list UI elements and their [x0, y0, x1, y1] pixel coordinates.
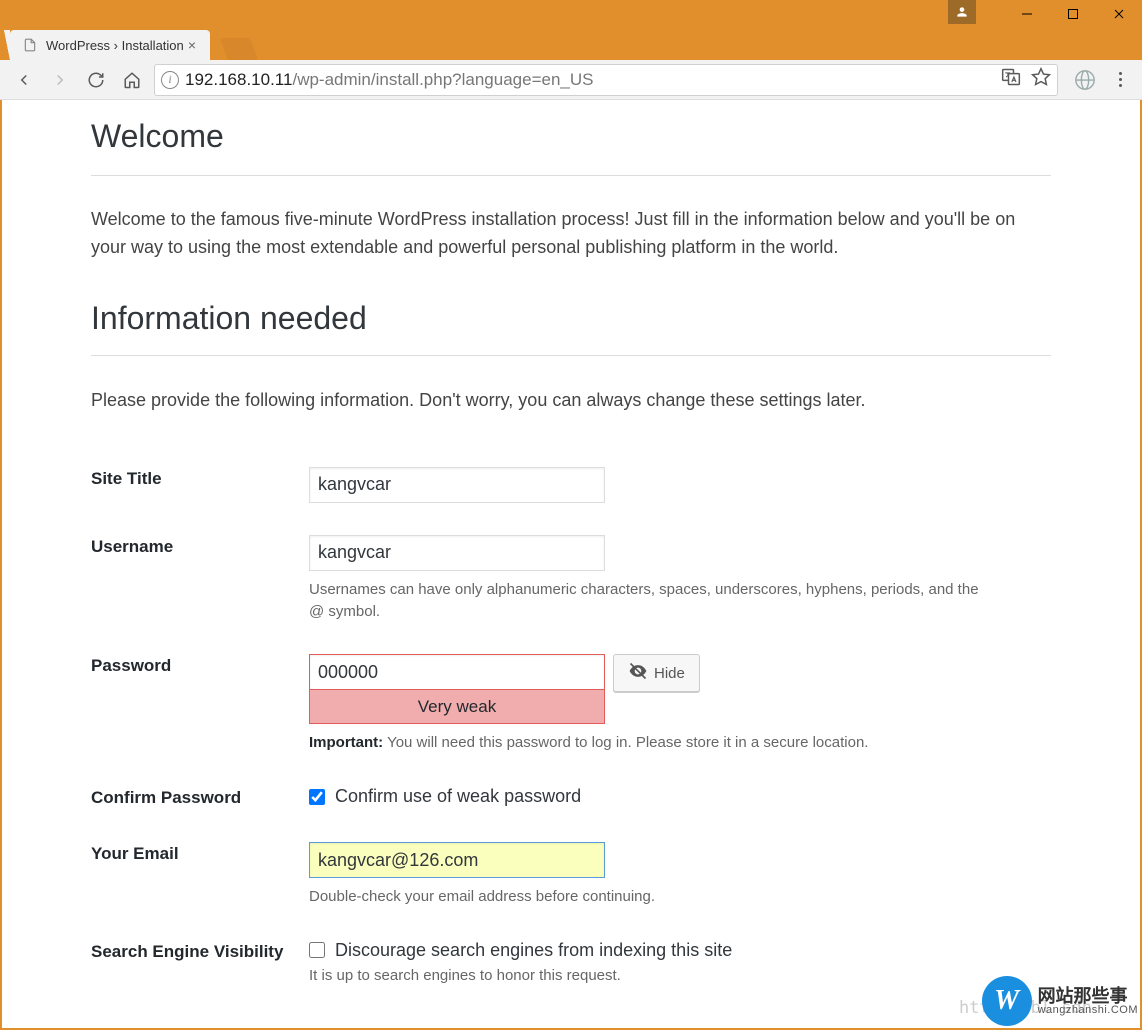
- url-host: 192.168.10.11: [185, 70, 292, 90]
- username-help: Usernames can have only alphanumeric cha…: [309, 579, 989, 623]
- bookmark-star-icon[interactable]: [1031, 67, 1051, 92]
- email-input[interactable]: [309, 842, 605, 878]
- install-form: Site Title Username Usernames can have o…: [91, 451, 1051, 1003]
- new-tab-button[interactable]: [220, 38, 258, 60]
- password-label: Password: [91, 638, 309, 770]
- browser-tab[interactable]: WordPress › Installation ×: [10, 30, 210, 60]
- subintro-text: Please provide the following information…: [91, 390, 1051, 411]
- search-visibility-help: It is up to search engines to honor this…: [309, 965, 989, 987]
- watermark-logo: W 网站那些事 wangzhanshi.COM: [982, 976, 1138, 1026]
- username-label: Username: [91, 519, 309, 639]
- page-viewport[interactable]: Welcome Welcome to the famous five-minut…: [2, 100, 1140, 1028]
- tab-title: WordPress › Installation: [46, 38, 184, 53]
- user-badge-icon[interactable]: [948, 0, 976, 24]
- watermark-badge: W: [982, 976, 1032, 1026]
- tab-strip: WordPress › Installation ×: [0, 27, 1142, 60]
- info-icon[interactable]: i: [161, 71, 179, 89]
- menu-button[interactable]: [1108, 68, 1132, 92]
- search-visibility-text: Discourage search engines from indexing …: [335, 940, 732, 961]
- back-button[interactable]: [10, 66, 38, 94]
- eye-off-icon: [628, 661, 648, 685]
- hide-password-button[interactable]: Hide: [613, 654, 700, 692]
- email-help: Double-check your email address before c…: [309, 886, 989, 908]
- heading-information: Information needed: [91, 300, 1051, 356]
- username-input[interactable]: [309, 535, 605, 571]
- password-strength: Very weak: [309, 690, 605, 724]
- hide-label: Hide: [654, 665, 685, 682]
- close-icon[interactable]: ×: [184, 37, 200, 53]
- watermark-en: wangzhanshi.COM: [1038, 1005, 1138, 1016]
- search-visibility-label: Search Engine Visibility: [91, 924, 309, 1003]
- watermark-cn: 网站那些事: [1038, 987, 1138, 1005]
- reload-button[interactable]: [82, 66, 110, 94]
- address-bar[interactable]: i 192.168.10.11/wp-admin/install.php?lan…: [154, 64, 1058, 96]
- password-input[interactable]: [309, 654, 605, 690]
- site-title-label: Site Title: [91, 451, 309, 519]
- maximize-button[interactable]: [1050, 0, 1096, 27]
- url-path: /wp-admin/install.php?language=en_US: [292, 70, 593, 90]
- forward-button[interactable]: [46, 66, 74, 94]
- globe-icon[interactable]: [1074, 69, 1096, 91]
- search-visibility-checkbox[interactable]: [309, 942, 325, 958]
- site-title-input[interactable]: [309, 467, 605, 503]
- confirm-weak-label: Confirm use of weak password: [335, 786, 581, 807]
- file-icon: [22, 37, 38, 53]
- translate-icon[interactable]: [1001, 67, 1021, 92]
- confirm-weak-checkbox[interactable]: [309, 789, 325, 805]
- minimize-button[interactable]: [1004, 0, 1050, 27]
- window-titlebar: [0, 0, 1142, 27]
- page-content: Welcome Welcome to the famous five-minut…: [91, 100, 1051, 1028]
- intro-text: Welcome to the famous five-minute WordPr…: [91, 206, 1051, 262]
- close-button[interactable]: [1096, 0, 1142, 27]
- password-important: Important: You will need this password t…: [309, 732, 989, 754]
- email-label: Your Email: [91, 826, 309, 924]
- heading-welcome: Welcome: [91, 118, 1051, 176]
- browser-toolbar: i 192.168.10.11/wp-admin/install.php?lan…: [0, 60, 1142, 100]
- home-button[interactable]: [118, 66, 146, 94]
- confirm-password-label: Confirm Password: [91, 770, 309, 826]
